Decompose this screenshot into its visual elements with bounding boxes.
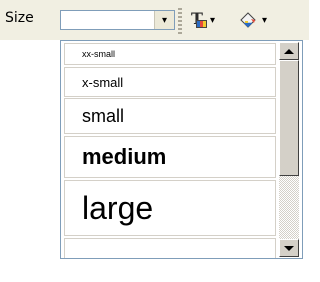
size-option-label: large	[82, 189, 154, 226]
scroll-up-button[interactable]	[279, 42, 299, 60]
chevron-down-icon: ▾	[161, 14, 168, 26]
chevron-down-icon: ▾	[210, 14, 216, 26]
scroll-thumb[interactable]	[279, 60, 299, 176]
size-combo[interactable]: ▾	[60, 10, 175, 30]
text-color-button[interactable]: T ▾	[190, 9, 226, 30]
background-color-button[interactable]: ▾	[238, 10, 278, 30]
text-color-icon: T	[190, 9, 208, 29]
toolbar-separator	[178, 8, 182, 34]
scroll-down-button[interactable]	[279, 239, 299, 257]
paint-bucket-icon	[240, 12, 256, 28]
size-option-large[interactable]: large	[64, 180, 276, 236]
chevron-down-icon: ▾	[262, 14, 268, 26]
size-option-medium[interactable]: medium	[64, 136, 276, 178]
size-label: Size	[5, 10, 34, 26]
size-input[interactable]	[63, 11, 155, 29]
size-option-label: x-small	[82, 74, 124, 90]
size-option-x-small[interactable]: x-small	[64, 67, 276, 97]
arrow-down-icon	[284, 245, 294, 251]
size-option-xx-small[interactable]: xx-small	[64, 43, 276, 65]
size-dropdown-button[interactable]: ▾	[154, 11, 174, 29]
size-option-label: medium	[82, 144, 167, 169]
text-color-swatch	[196, 20, 207, 28]
size-option-label: xx-small	[82, 49, 115, 59]
size-option-label: small	[82, 105, 125, 126]
size-option-x-large[interactable]	[64, 238, 276, 258]
formatting-toolbar: Size ▾ T ▾ ▾	[0, 0, 309, 40]
size-dropdown-list: xx-small x-small small medium large	[60, 40, 303, 259]
size-picker-screen: Size ▾ T ▾ ▾ xx-small x-small small medi…	[0, 0, 309, 282]
arrow-up-icon	[284, 48, 294, 54]
dropdown-scrollbar[interactable]	[279, 42, 299, 257]
size-option-small[interactable]: small	[64, 98, 276, 134]
